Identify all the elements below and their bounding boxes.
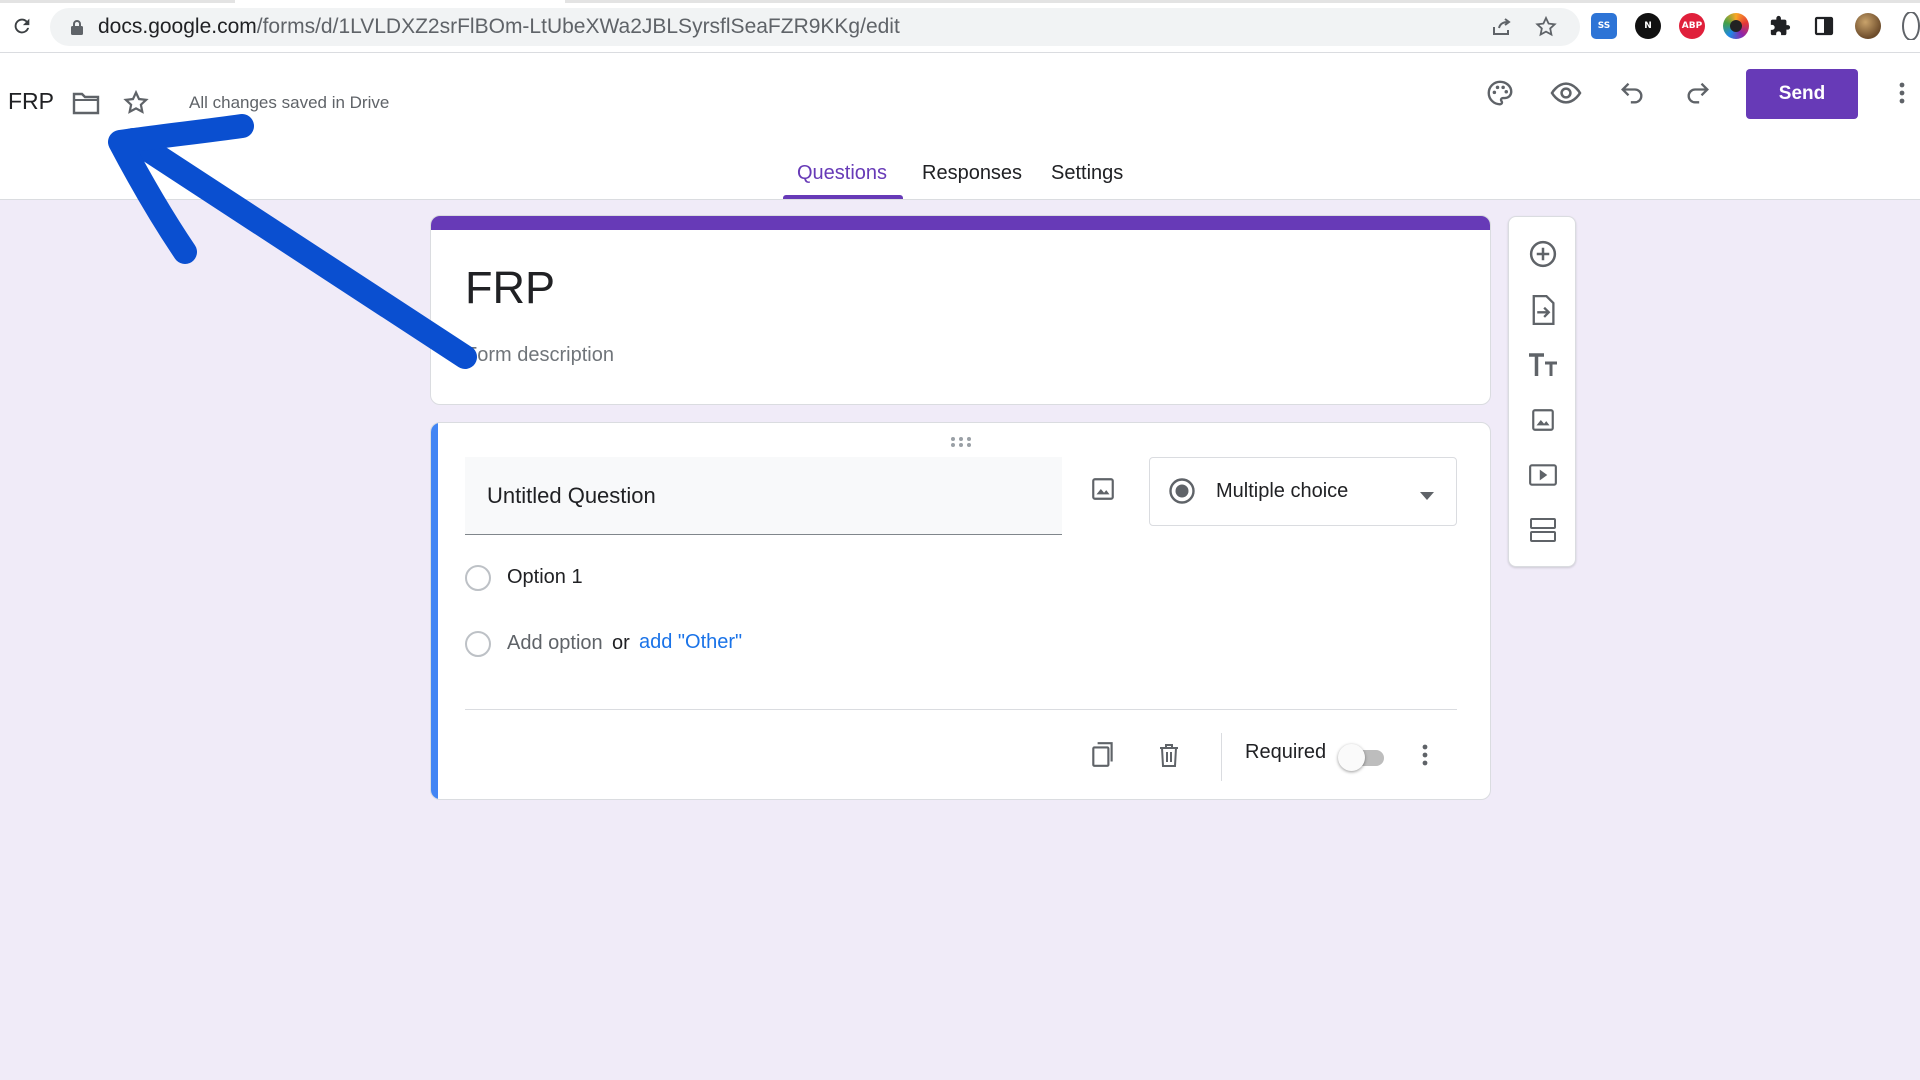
undo-icon[interactable] <box>1614 75 1650 111</box>
adblock-plus-icon[interactable]: ABP <box>1678 12 1706 40</box>
add-other-link[interactable]: add "Other" <box>639 631 742 654</box>
active-tab-indicator <box>783 195 903 199</box>
tab-strip-edge <box>0 0 235 3</box>
toggle-knob <box>1338 744 1365 771</box>
question-more-options-icon[interactable] <box>1413 735 1437 775</box>
form-description-field[interactable]: Form description <box>465 344 614 367</box>
share-icon[interactable] <box>1490 15 1514 39</box>
add-section-icon[interactable] <box>1523 510 1563 550</box>
floating-toolbar <box>1508 216 1576 567</box>
tab-questions[interactable]: Questions <box>797 162 887 185</box>
url-host: docs.google.com <box>98 15 257 38</box>
profile-avatar[interactable] <box>1854 12 1882 40</box>
add-option-button[interactable]: Add option <box>507 632 603 655</box>
add-image-icon[interactable] <box>1523 400 1563 440</box>
add-question-icon[interactable] <box>1523 234 1563 274</box>
tab-strip-edge <box>565 0 1920 3</box>
side-panel-icon[interactable] <box>1810 12 1838 40</box>
add-option-radio <box>465 631 491 657</box>
delete-trash-icon[interactable] <box>1149 735 1189 775</box>
document-title[interactable]: FRP <box>8 88 54 115</box>
lock-icon <box>70 19 84 41</box>
drag-handle-icon[interactable] <box>949 435 973 453</box>
browser-menu-icon[interactable] <box>1896 12 1920 40</box>
required-toggle[interactable] <box>1338 742 1388 772</box>
question-card[interactable]: Untitled Question Multiple choice Option… <box>430 422 1491 800</box>
tab-settings[interactable]: Settings <box>1051 162 1123 185</box>
reload-icon[interactable] <box>8 12 36 40</box>
import-questions-icon[interactable] <box>1523 290 1563 330</box>
add-title-text-icon[interactable] <box>1523 345 1563 385</box>
send-button[interactable]: Send <box>1746 69 1858 119</box>
browser-toolbar: docs.google.com/forms/d/1LVLDXZ2srFlBOm-… <box>0 0 1920 53</box>
extensions-puzzle-icon[interactable] <box>1766 12 1794 40</box>
form-title[interactable]: FRP <box>465 262 555 314</box>
url-path: /forms/d/1LVLDXZ2srFlBOm-LtUbeXWa2JBLSyr… <box>256 15 900 38</box>
move-to-folder-icon[interactable] <box>68 85 104 121</box>
notion-web-clipper-icon[interactable]: N <box>1634 12 1662 40</box>
redo-icon[interactable] <box>1680 75 1716 111</box>
tab-responses[interactable]: Responses <box>922 162 1022 185</box>
question-type-dropdown[interactable]: Multiple choice <box>1149 457 1457 526</box>
bookmark-star-icon[interactable] <box>1534 15 1558 39</box>
screen-capture-extension-icon[interactable]: SS <box>1590 12 1618 40</box>
option-1-label[interactable]: Option 1 <box>507 566 583 589</box>
preview-eye-icon[interactable] <box>1548 75 1584 111</box>
question-type-label: Multiple choice <box>1216 480 1349 502</box>
question-divider <box>465 709 1457 710</box>
star-icon[interactable] <box>118 85 154 121</box>
add-video-icon[interactable] <box>1523 455 1563 495</box>
more-options-icon[interactable] <box>1888 75 1916 111</box>
footer-separator <box>1221 733 1222 781</box>
question-focus-bar <box>431 423 438 799</box>
or-text: or <box>612 632 630 654</box>
option-radio <box>465 565 491 591</box>
required-label: Required <box>1245 741 1327 763</box>
add-image-icon[interactable] <box>1083 469 1123 509</box>
palette-icon[interactable] <box>1482 75 1518 111</box>
url-text: docs.google.com/forms/d/1LVLDXZ2srFlBOm-… <box>98 8 900 46</box>
forms-header: FRP All changes saved in Drive Send Ques… <box>0 53 1920 200</box>
question-title-input[interactable]: Untitled Question <box>465 457 1062 535</box>
question-title-text: Untitled Question <box>487 483 656 508</box>
form-title-card[interactable]: FRP Form description <box>430 215 1491 405</box>
title-card-accent <box>431 216 1490 230</box>
duplicate-icon[interactable] <box>1083 735 1123 775</box>
color-picker-extension-icon[interactable] <box>1722 12 1750 40</box>
radio-button-icon <box>1168 477 1196 510</box>
chevron-down-icon <box>1420 487 1434 505</box>
address-bar[interactable]: docs.google.com/forms/d/1LVLDXZ2srFlBOm-… <box>50 8 1580 46</box>
save-status: All changes saved in Drive <box>189 93 390 112</box>
